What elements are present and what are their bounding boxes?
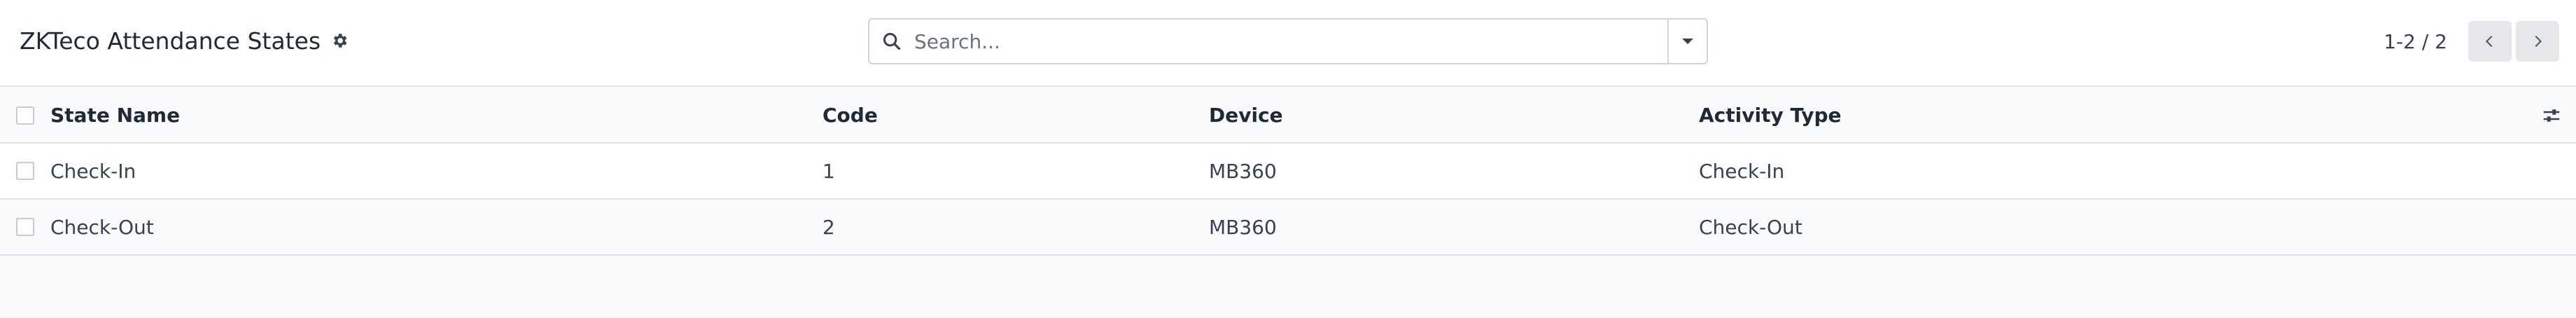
list-table: State Name Code Device Activity Type Che… — [0, 88, 2576, 256]
optional-columns-toggle[interactable] — [2527, 88, 2576, 144]
cell-code[interactable]: 1 — [822, 143, 1209, 200]
caret-down-icon — [1682, 39, 1693, 44]
pager: 1-2 / 2 — [2384, 21, 2559, 62]
column-header-state-name[interactable]: State Name — [50, 88, 822, 144]
cell-state-name[interactable]: Check-Out — [50, 199, 822, 256]
cell-device[interactable]: MB360 — [1209, 199, 1699, 256]
row-select-cell — [0, 199, 50, 256]
table-row[interactable]: Check-In 1 MB360 Check-In — [0, 143, 2576, 200]
cell-device[interactable]: MB360 — [1209, 143, 1699, 200]
breadcrumb: ZKTeco Attendance States — [20, 25, 350, 56]
control-panel: ZKTeco Attendance States 1-2 / 2 — [0, 0, 2576, 87]
cell-empty — [2527, 143, 2576, 200]
pager-value[interactable]: 1-2 / 2 — [2384, 30, 2447, 53]
select-all-checkbox[interactable] — [16, 106, 34, 125]
pager-next-button[interactable] — [2516, 21, 2559, 62]
column-header-code[interactable]: Code — [822, 88, 1209, 144]
search-options-toggle[interactable] — [1667, 20, 1707, 63]
gear-icon[interactable] — [329, 30, 350, 51]
chevron-right-icon — [2535, 35, 2542, 48]
pager-previous-button[interactable] — [2468, 21, 2512, 62]
column-header-device[interactable]: Device — [1209, 88, 1699, 144]
chevron-left-icon — [2485, 35, 2493, 48]
cell-state-name[interactable]: Check-In — [50, 143, 822, 200]
sliders-icon[interactable] — [2527, 105, 2576, 126]
search-input[interactable] — [914, 20, 1667, 63]
search-icon — [869, 20, 914, 63]
cell-code[interactable]: 2 — [822, 199, 1209, 256]
table-row[interactable]: Check-Out 2 MB360 Check-Out — [0, 199, 2576, 256]
cell-activity-type[interactable]: Check-In — [1699, 143, 2527, 200]
column-header-activity-type[interactable]: Activity Type — [1699, 88, 2527, 144]
row-checkbox[interactable] — [16, 162, 34, 180]
cell-empty — [2527, 199, 2576, 256]
row-checkbox[interactable] — [16, 218, 34, 236]
table-header-row: State Name Code Device Activity Type — [0, 88, 2576, 144]
cell-activity-type[interactable]: Check-Out — [1699, 199, 2527, 256]
search-bar — [868, 18, 1708, 64]
row-select-cell — [0, 143, 50, 200]
page-title: ZKTeco Attendance States — [20, 27, 321, 55]
select-all-cell — [0, 88, 50, 144]
